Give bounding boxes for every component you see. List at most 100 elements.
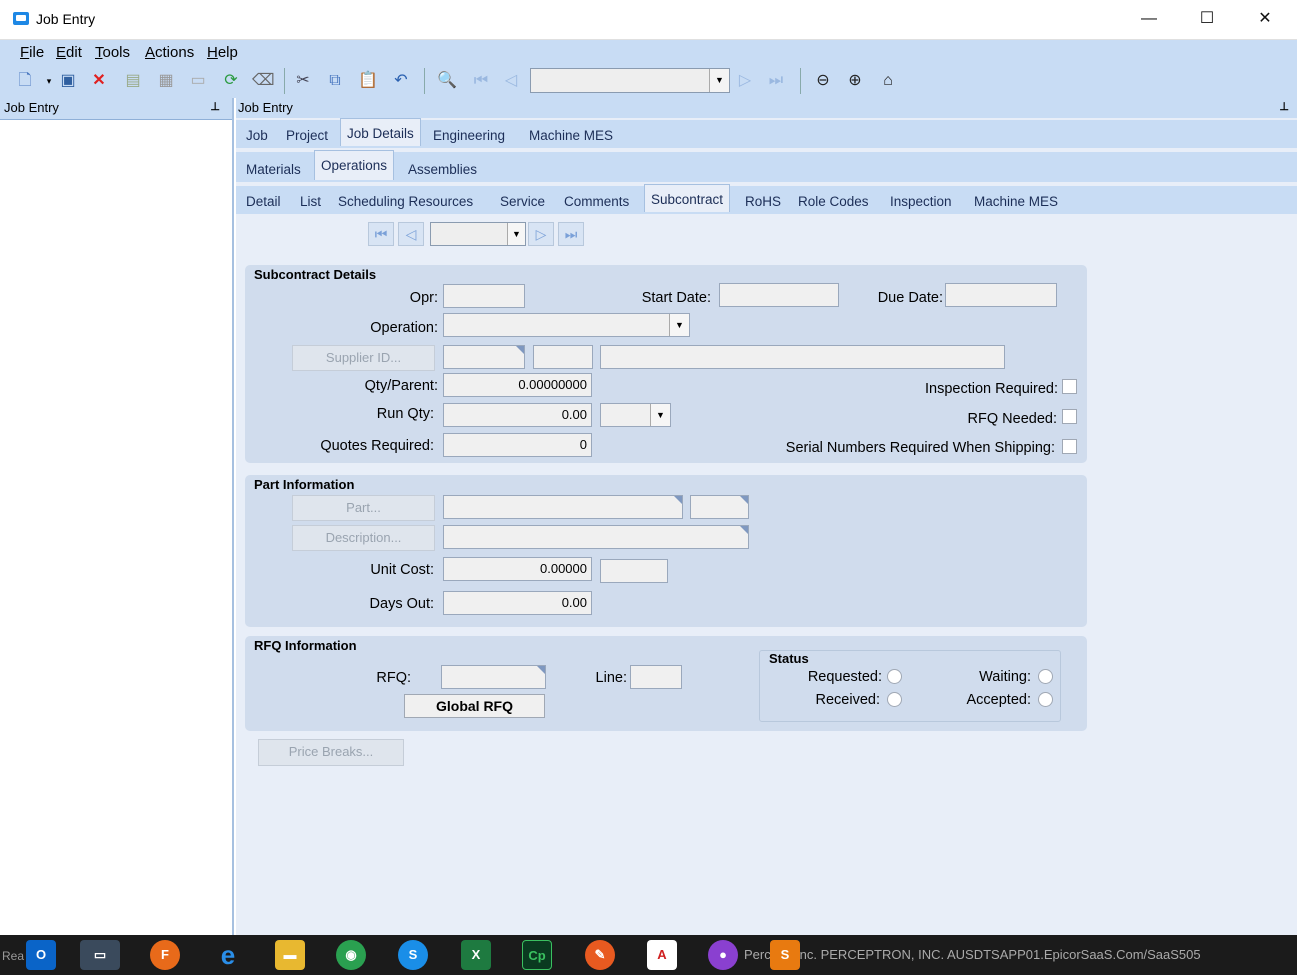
forward-icon[interactable]: ⊕ (844, 70, 866, 92)
supplier-name-input[interactable] (600, 345, 1005, 369)
first-record-icon[interactable]: ⏮ (368, 222, 394, 246)
requested-radio[interactable] (887, 669, 902, 684)
record-selector-combo[interactable]: ▼ (530, 68, 730, 93)
menu-edit[interactable]: Edit (56, 44, 82, 61)
tab-service[interactable]: Service (500, 186, 545, 214)
tab-detail[interactable]: Detail (246, 186, 281, 214)
tab-project[interactable]: Project (286, 120, 328, 148)
sublime-icon[interactable]: S (770, 940, 800, 970)
pen-tool-icon[interactable]: ✎ (585, 940, 615, 970)
home-icon[interactable]: ⌂ (877, 70, 899, 92)
skype-icon[interactable]: S (398, 940, 428, 970)
description-input[interactable] (443, 525, 749, 549)
close-button[interactable]: ✕ (1236, 0, 1294, 40)
run-qty-uom-select[interactable]: ▼ (600, 403, 671, 427)
serial-numbers-required-checkbox[interactable] (1062, 439, 1077, 454)
qty-parent-input[interactable]: 0.00000000 (443, 373, 592, 397)
operation-select[interactable]: ▼ (443, 313, 690, 337)
chrome-icon[interactable]: ◉ (336, 940, 366, 970)
maximize-button[interactable]: ☐ (1178, 0, 1236, 40)
back-icon[interactable]: ⊖ (812, 70, 834, 92)
epicor-app-icon[interactable]: ▭ (80, 940, 120, 970)
accepted-radio[interactable] (1038, 692, 1053, 707)
line-input[interactable] (630, 665, 682, 689)
tab-list[interactable]: List (300, 186, 321, 214)
captivate-icon[interactable]: Cp (522, 940, 552, 970)
chevron-down-icon[interactable]: ▼ (507, 223, 525, 245)
tab-scheduling-resources[interactable]: Scheduling Resources (338, 186, 473, 214)
chevron-down-icon[interactable]: ▼ (650, 404, 670, 426)
edge-icon[interactable]: e (213, 940, 243, 970)
tab-rohs[interactable]: RoHS (745, 186, 781, 214)
tab-role-codes[interactable]: Role Codes (798, 186, 869, 214)
tab-operations[interactable]: Operations (314, 150, 395, 180)
next-record-icon[interactable]: ▷ (734, 70, 756, 92)
global-rfq-button[interactable]: Global RFQ (404, 694, 545, 718)
paste-icon[interactable]: 📋 (357, 70, 379, 92)
tab-comments[interactable]: Comments (564, 186, 629, 214)
supplier-id-input[interactable] (443, 345, 525, 369)
waiting-radio[interactable] (1038, 669, 1053, 684)
eraser-icon[interactable]: ⌫ (252, 70, 275, 92)
tab-engineering[interactable]: Engineering (433, 120, 505, 148)
delete-icon[interactable]: ✕ (88, 70, 110, 92)
book-icon[interactable]: ▤ (122, 70, 144, 92)
pin-icon[interactable]: ⊥ (210, 100, 220, 113)
excel-icon[interactable]: X (461, 940, 491, 970)
outlook-icon[interactable]: O (26, 940, 56, 970)
menu-tools[interactable]: Tools (95, 44, 130, 61)
received-radio[interactable] (887, 692, 902, 707)
part-revision-input[interactable] (690, 495, 749, 519)
previous-record-icon[interactable]: ◁ (500, 70, 522, 92)
first-record-icon[interactable]: ⏮ (470, 70, 492, 92)
unit-cost-input[interactable]: 0.00000 (443, 557, 592, 581)
price-breaks-button[interactable]: Price Breaks... (258, 739, 404, 766)
tab-inspection[interactable]: Inspection (890, 186, 952, 214)
due-date-input[interactable] (945, 283, 1057, 307)
new-icon[interactable]: 🗋 (14, 70, 36, 92)
minimize-button[interactable]: — (1120, 0, 1178, 40)
run-qty-input[interactable]: 0.00 (443, 403, 592, 427)
part-button[interactable]: Part... (292, 495, 435, 521)
last-record-icon[interactable]: ⏭ (765, 70, 787, 92)
opr-input[interactable] (443, 284, 525, 308)
tab-machine-mes[interactable]: Machine MES (529, 120, 613, 148)
part-input[interactable] (443, 495, 683, 519)
menu-help[interactable]: Help (207, 44, 238, 61)
firefox-icon[interactable]: F (150, 940, 180, 970)
copy-icon[interactable]: ⧉ (324, 70, 346, 92)
tab-assemblies[interactable]: Assemblies (408, 152, 477, 182)
supplier-code-input[interactable] (533, 345, 593, 369)
save-icon[interactable]: ▣ (57, 70, 79, 92)
start-date-input[interactable] (719, 283, 839, 307)
last-record-icon[interactable]: ⏭ (558, 222, 584, 246)
tab-materials[interactable]: Materials (246, 152, 301, 182)
refresh-icon[interactable]: ⟳ (220, 70, 242, 92)
chevron-down-icon[interactable]: ▼ (709, 69, 729, 92)
tab-job[interactable]: Job (246, 120, 268, 148)
grid-icon[interactable]: ▦ (155, 70, 177, 92)
menu-file[interactable]: File (20, 44, 44, 61)
previous-record-icon[interactable]: ◁ (398, 222, 424, 246)
file-explorer-icon[interactable]: ▬ (275, 940, 305, 970)
tab-machine-mes-operation[interactable]: Machine MES (974, 186, 1058, 214)
tab-subcontract[interactable]: Subcontract (644, 184, 731, 212)
acrobat-icon[interactable]: A (647, 940, 677, 970)
cut-icon[interactable]: ✂ (292, 70, 314, 92)
description-button[interactable]: Description... (292, 525, 435, 551)
pin-icon[interactable]: ⊥ (1279, 100, 1289, 113)
undo-icon[interactable]: ↶ (390, 70, 412, 92)
search-icon[interactable]: 🔍 (436, 70, 458, 92)
operation-selector[interactable]: ▼ (430, 222, 526, 246)
chevron-down-icon[interactable]: ▼ (669, 314, 689, 336)
balloon-app-icon[interactable]: ● (708, 940, 738, 970)
next-record-icon[interactable]: ▷ (528, 222, 554, 246)
supplier-id-button[interactable]: Supplier ID... (292, 345, 435, 371)
menu-actions[interactable]: Actions (145, 44, 194, 61)
rfq-input[interactable] (441, 665, 546, 689)
unit-cost-uom-input[interactable] (600, 559, 668, 583)
print-icon[interactable]: ▭ (187, 70, 209, 92)
rfq-needed-checkbox[interactable] (1062, 409, 1077, 424)
days-out-input[interactable]: 0.00 (443, 591, 592, 615)
inspection-required-checkbox[interactable] (1062, 379, 1077, 394)
